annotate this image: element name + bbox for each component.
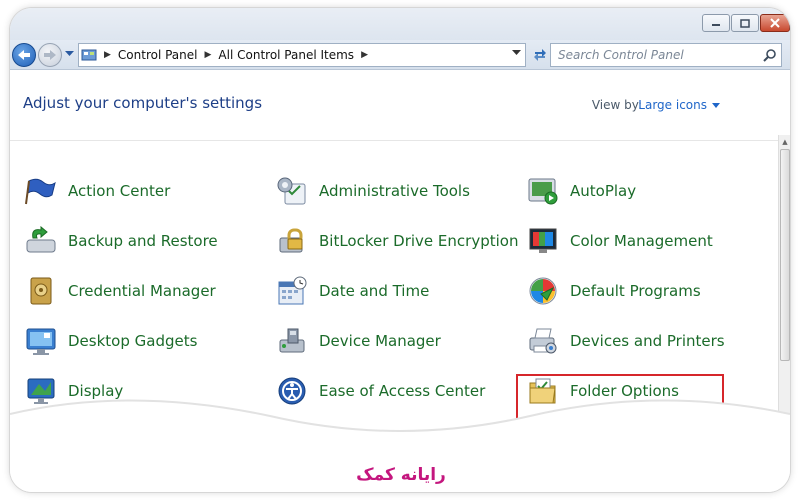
watermark-text: رایانه کمک (357, 465, 445, 485)
breadcrumb[interactable]: ▶ Control Panel ▶ All Control Panel Item… (78, 43, 526, 67)
breadcrumb-separator[interactable]: ▶ (205, 50, 212, 60)
minimize-button[interactable] (702, 14, 730, 32)
close-icon (770, 18, 780, 28)
item-bitlocker[interactable]: BitLocker Drive Encryption (275, 225, 518, 257)
window-controls (702, 14, 790, 32)
item-label: Devices and Printers (570, 332, 725, 350)
item-backup-and-restore[interactable]: Backup and Restore (24, 225, 218, 257)
chevron-down-icon (712, 102, 720, 108)
item-administrative-tools[interactable]: Administrative Tools (275, 175, 470, 207)
back-button[interactable] (12, 43, 36, 67)
admin-tools-icon (275, 175, 309, 207)
item-label: Administrative Tools (319, 182, 470, 200)
forward-button[interactable] (38, 43, 62, 67)
title-bar (10, 8, 790, 40)
item-label: BitLocker Drive Encryption (319, 232, 519, 250)
bitlocker-icon (275, 225, 309, 257)
control-panel-icon (81, 49, 97, 61)
item-label: Date and Time (319, 282, 430, 300)
printer-icon (526, 325, 560, 357)
search-placeholder: Search Control Panel (558, 48, 684, 62)
credential-icon (24, 275, 58, 307)
page-title: Adjust your computer's settings (23, 94, 263, 112)
view-by-dropdown[interactable]: Large icons (638, 98, 720, 112)
item-label: Default Programs (570, 282, 701, 300)
minimize-icon (712, 24, 720, 26)
item-color-management[interactable]: Color Management (526, 225, 713, 257)
scroll-up-icon[interactable]: ▲ (779, 135, 790, 149)
recent-pages-dropdown-icon[interactable] (65, 51, 74, 57)
item-autoplay[interactable]: AutoPlay (526, 175, 636, 207)
address-dropdown-icon[interactable] (512, 50, 521, 56)
item-default-programs[interactable]: Default Programs (526, 275, 701, 307)
default-programs-icon (526, 275, 560, 307)
item-label: Color Management (570, 232, 713, 250)
breadcrumb-separator[interactable]: ▶ (104, 50, 111, 60)
scrollbar-thumb[interactable] (780, 149, 790, 361)
search-input[interactable]: Search Control Panel (550, 43, 782, 67)
maximize-button[interactable] (731, 14, 759, 32)
item-label: Backup and Restore (68, 232, 218, 250)
item-devices-and-printers[interactable]: Devices and Printers (526, 325, 725, 357)
breadcrumb-all-items[interactable]: All Control Panel Items (218, 48, 354, 62)
breadcrumb-separator[interactable]: ▶ (361, 50, 368, 60)
flag-icon (24, 175, 58, 207)
item-credential-manager[interactable]: Credential Manager (24, 275, 216, 307)
close-button[interactable] (760, 14, 790, 32)
backup-icon (24, 225, 58, 257)
back-arrow-icon (18, 50, 30, 60)
view-by-value: Large icons (638, 98, 707, 112)
forward-arrow-icon (44, 50, 56, 60)
item-label: Action Center (68, 182, 171, 200)
item-date-and-time[interactable]: Date and Time (275, 275, 429, 307)
item-label: Credential Manager (68, 282, 216, 300)
control-panel-window: ▶ Control Panel ▶ All Control Panel Item… (10, 8, 790, 492)
autoplay-icon (526, 175, 560, 207)
item-action-center[interactable]: Action Center (24, 175, 170, 207)
search-icon[interactable] (763, 48, 777, 62)
content-header: Adjust your computer's settings View by:… (10, 71, 790, 141)
item-label: Desktop Gadgets (68, 332, 198, 350)
item-label: Device Manager (319, 332, 441, 350)
refresh-icon (534, 49, 546, 61)
item-device-manager[interactable]: Device Manager (275, 325, 441, 357)
refresh-button[interactable] (530, 45, 550, 65)
maximize-icon (740, 18, 750, 28)
item-label: AutoPlay (570, 182, 637, 200)
calendar-clock-icon (275, 275, 309, 307)
item-desktop-gadgets[interactable]: Desktop Gadgets (24, 325, 197, 357)
breadcrumb-control-panel[interactable]: Control Panel (118, 48, 198, 62)
device-manager-icon (275, 325, 309, 357)
watermark-logo: رایانه کمک (357, 465, 445, 485)
address-bar: ▶ Control Panel ▶ All Control Panel Item… (10, 40, 790, 70)
gadgets-icon (24, 325, 58, 357)
color-management-icon (526, 225, 560, 257)
view-by-label: View by: (591, 98, 642, 112)
